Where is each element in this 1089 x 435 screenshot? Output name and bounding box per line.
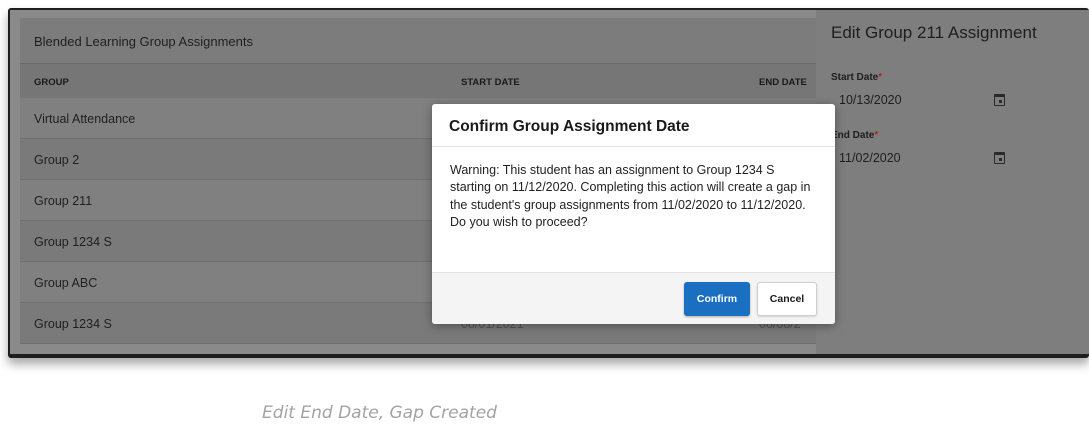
end-date-value: 11/02/2020 bbox=[839, 151, 901, 165]
dialog-message: Warning: This student has an assignment … bbox=[450, 163, 811, 229]
calendar-icon[interactable] bbox=[994, 152, 1005, 164]
calendar-icon[interactable] bbox=[994, 94, 1005, 106]
confirm-button[interactable]: Confirm bbox=[684, 282, 750, 316]
column-header-group[interactable]: GROUP bbox=[34, 77, 69, 88]
column-header-end-date[interactable]: END DATE bbox=[759, 77, 807, 88]
start-date-label: Start Date* bbox=[831, 72, 882, 83]
edit-panel-title: Edit Group 211 Assignment bbox=[831, 23, 1037, 42]
edit-assignment-panel: Edit Group 211 Assignment Start Date* 10… bbox=[816, 10, 1089, 354]
cell-group: Group 1234 S bbox=[34, 317, 112, 331]
dialog-footer: Confirm Cancel bbox=[432, 272, 835, 324]
start-date-value: 10/13/2020 bbox=[839, 93, 902, 107]
figure-caption: Edit End Date, Gap Created bbox=[262, 403, 497, 423]
end-date-input[interactable]: 11/02/2020 bbox=[831, 148, 1009, 170]
cell-group: Group 2 bbox=[34, 153, 80, 167]
cell-group: Group 211 bbox=[34, 194, 93, 208]
end-date-label: End Date* bbox=[831, 130, 878, 141]
start-date-label-text: Start Date bbox=[831, 72, 879, 83]
cell-group: Group ABC bbox=[34, 276, 98, 290]
app-screenshot-frame: Blended Learning Group Assignments GROUP… bbox=[8, 8, 1089, 358]
confirm-dialog: Confirm Group Assignment Date Warning: T… bbox=[432, 104, 835, 324]
required-mark: * bbox=[874, 130, 879, 141]
cancel-button[interactable]: Cancel bbox=[757, 282, 817, 316]
start-date-input[interactable]: 10/13/2020 bbox=[831, 90, 1009, 112]
end-date-label-text: End Date bbox=[831, 130, 875, 141]
column-header-start-date[interactable]: START DATE bbox=[461, 77, 520, 88]
required-mark: * bbox=[878, 72, 883, 83]
dialog-title: Confirm Group Assignment Date bbox=[432, 104, 835, 147]
cell-group: Virtual Attendance bbox=[34, 112, 136, 126]
cell-group: Group 1234 S bbox=[34, 235, 112, 249]
